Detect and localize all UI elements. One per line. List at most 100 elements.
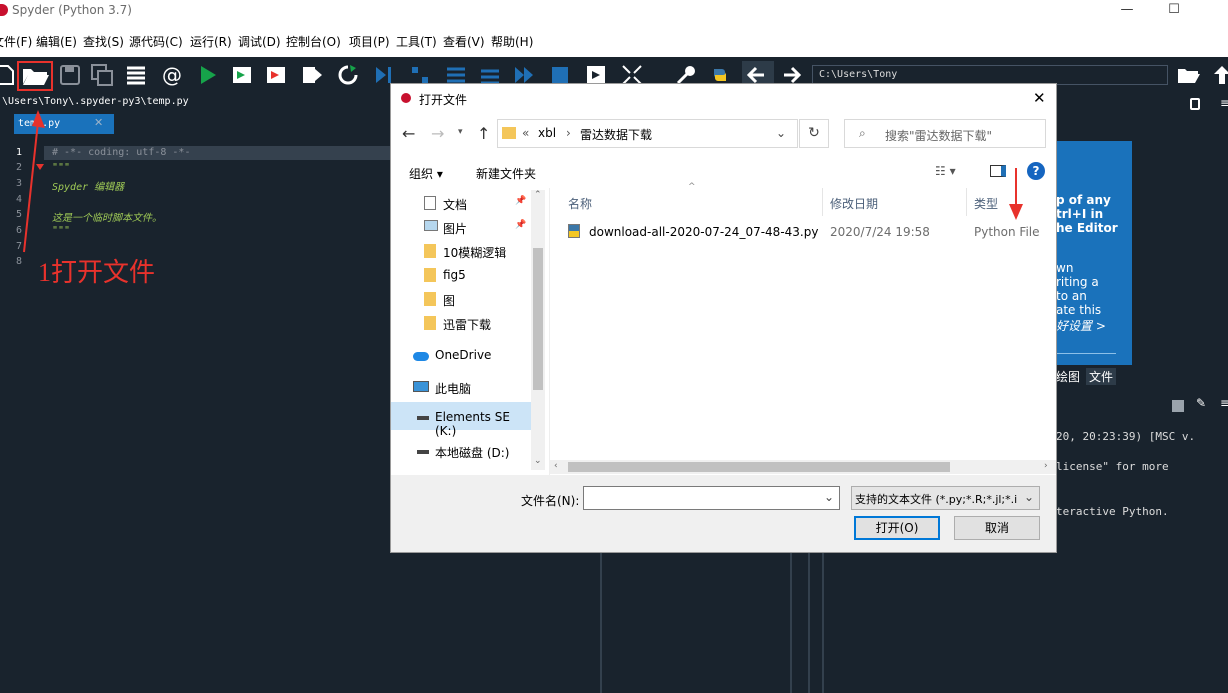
breadcrumb-item-xbl[interactable]: xbl [538,126,556,140]
menu-file[interactable]: 文件(F) [0,33,32,50]
maximize-button[interactable]: ☐ [1151,0,1197,22]
organize-button[interactable]: 组织 ▾ [409,165,443,182]
file-type-dropdown-icon[interactable]: ⌄ [1024,490,1035,504]
breadcrumb-sep: › [566,126,571,140]
back-arrow-icon[interactable]: ← [402,124,415,143]
help-line: he Editor [1056,221,1118,235]
menu-console[interactable]: 控制台(O) [286,33,341,50]
run-icon[interactable] [196,63,220,87]
minimize-button[interactable]: — [1104,0,1150,22]
rerun-icon[interactable] [336,63,360,87]
console-stop-icon[interactable] [1172,400,1184,412]
scroll-up-icon[interactable]: ⌃ [534,190,542,200]
help-icon[interactable]: ? [1027,162,1045,180]
sidebar-label: 文档 [443,198,468,212]
tab-files[interactable]: 文件 [1086,368,1117,385]
sidebar-label: 本地磁盘 (D:) [435,446,510,460]
menu-tools[interactable]: 工具(T) [396,33,437,50]
menu-project[interactable]: 项目(P) [349,33,390,50]
help-line: p of any [1056,193,1111,207]
sidebar-label: Elements SE (K:) [435,410,510,438]
open-file-dialog: 打开文件 ✕ ← → ▾ ↑ « xbl › 雷达数据下载 ⌄ ↻ ⌕ 搜索"雷… [390,83,1057,553]
sidebar-label: OneDrive [435,348,492,362]
horizontal-scrollbar[interactable]: ‹ › [550,460,1056,474]
forward-arrow-icon[interactable]: → [431,124,444,143]
at-symbol-icon[interactable]: @ [160,63,184,87]
run-cell-advance-icon[interactable] [264,63,288,87]
parent-dir-icon[interactable] [1210,63,1228,87]
dialog-close-button[interactable]: ✕ [1033,89,1046,107]
scroll-right-icon[interactable]: › [1044,461,1048,471]
pin-icon[interactable]: 📌 [515,196,526,206]
help-line[interactable]: 好设置 > [1056,317,1106,334]
menu-view[interactable]: 查看(V) [443,33,485,50]
sidebar-label: 此电脑 [435,382,472,396]
run-cell-icon[interactable] [230,63,254,87]
console-clear-icon[interactable]: ✎ [1196,396,1206,410]
cancel-button[interactable]: 取消 [954,516,1040,540]
file-list: ^ 名称 修改日期 类型 download-all-2020-07-24_07-… [549,168,1057,476]
scroll-down-icon[interactable]: ⌄ [534,456,542,466]
sidebar-label: 图 [443,294,456,308]
help-divider [1056,353,1116,354]
menu-search[interactable]: 查找(S) [83,33,124,50]
breadcrumb-item-current[interactable]: 雷达数据下载 [580,126,652,143]
options-icon[interactable]: ≡ [1220,96,1228,110]
open-button[interactable]: 打开(O) [854,516,940,540]
open-file-button[interactable] [17,61,53,91]
lock-icon[interactable] [1190,98,1200,110]
console-options-icon[interactable]: ≡ [1220,396,1228,410]
column-header-date[interactable]: 修改日期 [830,195,878,212]
menu-help[interactable]: 帮助(H) [491,33,533,50]
folder-icon [424,292,436,306]
search-box[interactable]: ⌕ 搜索"雷达数据下载" [844,119,1046,148]
new-folder-button[interactable]: 新建文件夹 [476,165,536,182]
filename-input[interactable]: ⌄ [583,486,840,510]
sidebar-item-drive-d[interactable]: 本地磁盘 (D:) [391,436,531,466]
scrollbar-thumb[interactable] [568,462,950,472]
line-number: 5 [15,209,22,220]
working-directory-field[interactable]: C:\Users\Tony [812,65,1168,85]
new-file-icon[interactable] [0,63,18,87]
pin-icon[interactable]: 📌 [515,220,526,230]
sidebar-item-folder[interactable]: 迅雷下载 [391,308,531,338]
browse-folder-icon[interactable] [1176,63,1200,87]
tab-plots[interactable]: 绘图 [1056,368,1080,385]
column-header-name[interactable]: 名称 [568,195,592,212]
sidebar-item-this-pc[interactable]: 此电脑 [391,372,531,402]
scrollbar-thumb[interactable] [533,248,543,390]
recent-dropdown-icon[interactable]: ▾ [458,127,463,137]
help-line: to an [1056,289,1087,303]
menu-run[interactable]: 运行(R) [190,33,232,50]
file-switcher-icon[interactable] [124,63,148,87]
save-all-icon[interactable] [90,63,114,87]
up-arrow-icon[interactable]: ↑ [477,124,490,143]
file-type-select[interactable]: 支持的文本文件 (*.py;*.R;*.jl;*.i ⌄ [851,486,1040,510]
tab-close-icon[interactable]: ✕ [94,116,103,129]
dialog-title: 打开文件 [419,93,468,107]
breadcrumb-root[interactable]: « [522,126,529,140]
menu-edit[interactable]: 编辑(E) [36,33,77,50]
file-date: 2020/7/24 19:58 [830,225,930,239]
sidebar-scrollbar[interactable]: ⌃ ⌄ [531,190,545,470]
preview-pane-icon[interactable] [990,165,1006,177]
code-line: """ [52,162,71,173]
navigation-pane: 文档 📌 图片 📌 10模糊逻辑 fig5 图 迅雷下载 OneDrive 此电脑 … [391,188,547,476]
run-selection-icon[interactable] [300,63,324,87]
address-dropdown-icon[interactable]: ⌄ [776,126,786,140]
address-bar[interactable]: « xbl › 雷达数据下载 ⌄ [497,119,798,148]
refresh-button[interactable]: ↻ [799,119,829,148]
dialog-footer: 文件名(N): ⌄ 支持的文本文件 (*.py;*.R;*.jl;*.i ⌄ 打… [391,475,1056,552]
view-options-icon[interactable]: ☷ ▾ [935,164,956,178]
filename-dropdown-icon[interactable]: ⌄ [824,490,834,504]
annotation-text: 1打开文件 [38,258,156,287]
scroll-left-icon[interactable]: ‹ [554,461,558,471]
column-header-type[interactable]: 类型 [974,195,998,212]
sidebar-item-onedrive[interactable]: OneDrive [391,340,531,370]
dialog-app-icon [401,93,411,103]
file-row[interactable]: download-all-2020-07-24_07-48-43.py 2020… [550,218,1056,242]
menu-source[interactable]: 源代码(C) [129,33,183,50]
save-icon[interactable] [58,63,82,87]
menu-debug[interactable]: 调试(D) [238,33,281,50]
sidebar-item-drive-k[interactable]: Elements SE (K:) [391,402,531,438]
